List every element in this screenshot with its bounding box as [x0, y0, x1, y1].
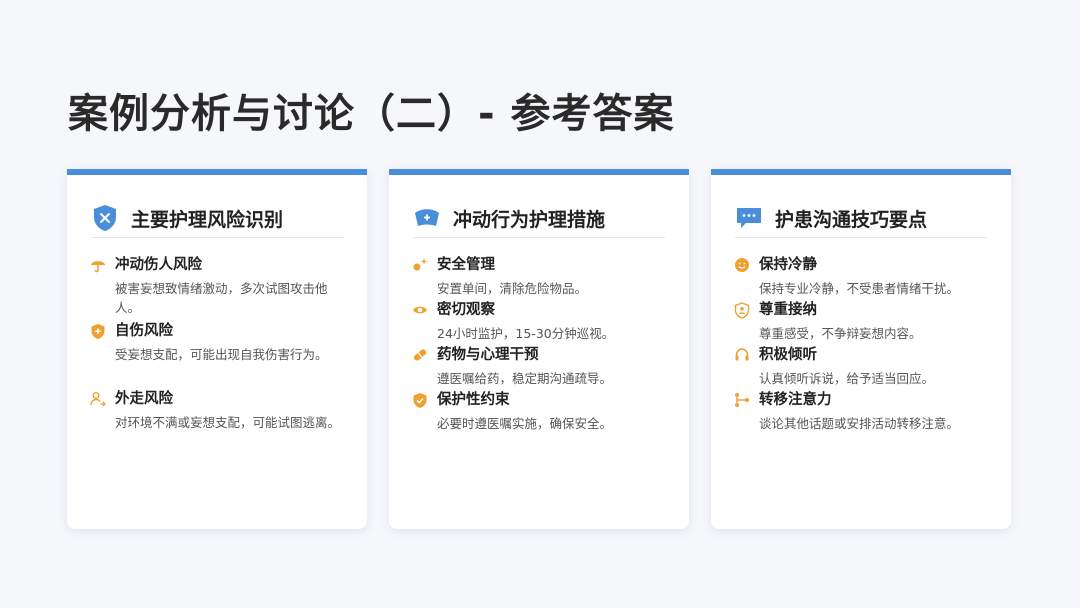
item-title: 安全管理	[437, 257, 495, 273]
item-title: 外走风险	[115, 391, 173, 407]
headset-icon	[733, 346, 751, 364]
card-title: 冲动行为护理措施	[453, 208, 606, 231]
item-title: 密切观察	[437, 302, 495, 318]
item-desc: 24小时监护，15-30分钟巡视。	[437, 326, 615, 341]
card-top-bar	[711, 169, 1011, 175]
list-item: 保护性约束 必要时遵医嘱实施，确保安全。	[411, 390, 612, 433]
item-title: 冲动伤人风险	[115, 257, 202, 273]
list-item: 自伤风险 受妄想支配，可能出现自我伤害行为。	[89, 321, 328, 364]
umbrella-icon	[89, 256, 107, 274]
item-desc: 安置单间，清除危险物品。	[437, 281, 588, 296]
card-top-bar	[67, 169, 367, 175]
list-item: 安全管理 安置单间，清除危险物品。	[411, 255, 587, 298]
list-item: 转移注意力 谈论其他话题或安排活动转移注意。	[733, 390, 959, 433]
item-title: 药物与心理干预	[437, 347, 539, 363]
item-desc: 认真倾听诉说，给予适当回应。	[759, 371, 935, 386]
person-leave-icon	[89, 390, 107, 408]
chat-bubble-icon	[735, 204, 763, 232]
item-title: 保护性约束	[437, 392, 510, 408]
item-title: 尊重接纳	[759, 302, 817, 318]
shield-check-icon	[411, 391, 429, 409]
card-header: 主要护理风险识别	[91, 199, 343, 238]
card-header: 冲动行为护理措施	[413, 199, 665, 238]
card-header: 护患沟通技巧要点	[735, 199, 987, 238]
card-title: 护患沟通技巧要点	[775, 208, 928, 231]
route-icon	[733, 391, 751, 409]
item-desc: 被害妄想致情绪激动，多次试图攻击他人。	[115, 281, 328, 315]
item-title: 自伤风险	[115, 323, 173, 339]
page-title: 案例分析与讨论（二）- 参考答案	[68, 91, 675, 137]
list-item: 药物与心理干预 遵医嘱给药，稳定期沟通疏导。	[411, 345, 612, 388]
list-item: 积极倾听 认真倾听诉说，给予适当回应。	[733, 345, 934, 388]
card-top-bar	[389, 169, 689, 175]
shield-plus-icon	[89, 322, 107, 340]
item-desc: 尊重感受，不争辩妄想内容。	[759, 326, 922, 341]
pill-icon	[411, 346, 429, 364]
card-impulse-measures: 冲动行为护理措施 安全管理 安置单间，清除危险物品。 密切观察 24小时监护，1…	[389, 169, 689, 529]
item-title: 保持冷静	[759, 257, 817, 273]
smile-icon	[733, 256, 751, 274]
item-desc: 谈论其他话题或安排活动转移注意。	[759, 416, 960, 431]
item-desc: 遵医嘱给药，稳定期沟通疏导。	[437, 371, 613, 386]
item-desc: 必要时遵医嘱实施，确保安全。	[437, 416, 613, 431]
list-item: 密切观察 24小时监护，15-30分钟巡视。	[411, 300, 614, 343]
card-title: 主要护理风险识别	[131, 208, 284, 231]
card-risk-identification: 主要护理风险识别 冲动伤人风险 被害妄想致情绪激动，多次试图攻击他人。 自伤风险…	[67, 169, 367, 529]
item-title: 积极倾听	[759, 347, 817, 363]
item-desc: 保持专业冷静，不受患者情绪干扰。	[759, 281, 960, 296]
list-item: 保持冷静 保持专业冷静，不受患者情绪干扰。	[733, 255, 959, 298]
user-shield-icon	[733, 301, 751, 319]
medical-cap-icon	[413, 204, 441, 232]
card-communication-skills: 护患沟通技巧要点 保持冷静 保持专业冷静，不受患者情绪干扰。 尊重接纳 尊重感受…	[711, 169, 1011, 529]
item-desc: 对环境不满或妄想支配，可能试图逃离。	[115, 415, 341, 430]
eye-icon	[411, 301, 429, 319]
list-item: 冲动伤人风险 被害妄想致情绪激动，多次试图攻击他人。	[89, 255, 351, 317]
item-title: 转移注意力	[759, 392, 832, 408]
list-item: 尊重接纳 尊重感受，不争辩妄想内容。	[733, 300, 922, 343]
item-desc: 受妄想支配，可能出现自我伤害行为。	[115, 347, 328, 362]
list-item: 外走风险 对环境不满或妄想支配，可能试图逃离。	[89, 389, 340, 432]
spark-tools-icon	[411, 256, 429, 274]
shield-x-icon	[91, 204, 119, 232]
